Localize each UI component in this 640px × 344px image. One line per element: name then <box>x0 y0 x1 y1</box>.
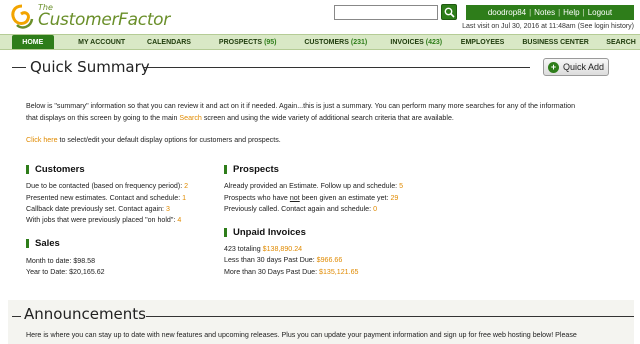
prospects-row-value[interactable]: 29 <box>390 194 398 202</box>
section-marker <box>224 228 227 237</box>
customers-heading: Customers <box>26 164 85 175</box>
customers-row: With jobs that were previously placed "o… <box>26 216 181 224</box>
logo-name: CustomerFactor <box>38 10 170 30</box>
prospects-row-value[interactable]: 5 <box>399 182 403 190</box>
nav-employees[interactable]: EMPLOYEES <box>456 35 509 49</box>
announcements-title: Announcements <box>24 305 146 323</box>
prospects-row: Previously called. Contact again and sch… <box>224 205 377 213</box>
section-marker <box>26 165 29 174</box>
customers-heading-label: Customers <box>35 164 85 175</box>
nav-my-account[interactable]: MY ACCOUNT <box>68 35 136 49</box>
intro-line-2: that displays on this screen by going to… <box>26 112 454 124</box>
intro-line-1: Below is "summary" information so that y… <box>26 102 576 110</box>
click-here-link[interactable]: Click here <box>26 136 58 144</box>
customers-row-label: Callback date previously set. Contact ag… <box>26 205 166 213</box>
prospects-row-value[interactable]: 0 <box>373 205 377 213</box>
customers-row-value[interactable]: 3 <box>166 205 170 213</box>
invoices-row: 423 totaling $138,890.24 <box>224 245 302 253</box>
intro-text: screen and using the wide variety of add… <box>201 114 454 122</box>
section-marker <box>26 239 29 248</box>
nav-prospects-label: PROSPECTS <box>218 38 263 46</box>
prospects-row-label: been given an estimate yet: <box>299 194 391 202</box>
search-icon <box>444 7 455 18</box>
invoices-row-value[interactable]: $138,890.24 <box>263 245 302 253</box>
nav-calendars[interactable]: CALENDARS <box>140 35 199 49</box>
last-visit-text[interactable]: Last visit on Jul 30, 2016 at 11:48am (S… <box>432 23 634 30</box>
prospects-row: Already provided an Estimate. Follow up … <box>224 182 403 190</box>
invoices-row-value[interactable]: $966.66 <box>317 256 343 264</box>
prospects-row: Prospects who have not been given an est… <box>224 194 398 202</box>
title-rule-right <box>144 67 530 68</box>
user-bar: doodrop84 | Notes | Help | Logout <box>466 5 634 20</box>
section-marker <box>224 165 227 174</box>
prospects-heading: Prospects <box>224 164 279 175</box>
announcements-text: Here is where you can stay up to date wi… <box>26 331 577 339</box>
display-options-text: to select/edit your default display opti… <box>57 136 281 144</box>
invoices-heading-label: Unpaid Invoices <box>233 227 306 238</box>
customers-row-value[interactable]: 2 <box>184 182 188 190</box>
search-link[interactable]: Search <box>179 114 201 122</box>
header: The CustomerFactor doodrop84 | Notes | H… <box>0 0 640 34</box>
logout-link[interactable]: Logout <box>585 8 615 17</box>
announcements-rule-left <box>12 316 21 317</box>
help-link[interactable]: Help <box>560 8 582 17</box>
title-rule-left <box>12 67 26 68</box>
prospects-row-label: Already provided an Estimate. Follow up … <box>224 182 400 190</box>
nav-home[interactable]: HOME <box>12 35 54 49</box>
main-nav: HOME MY ACCOUNT CALENDARS PROSPECTS (95)… <box>0 34 640 50</box>
invoices-row-label: 423 totaling <box>224 245 263 253</box>
prospects-row-label: Prospects who have <box>224 194 290 202</box>
customers-row-label: Due to be contacted (based on frequency … <box>26 182 185 190</box>
customers-row-value[interactable]: 1 <box>182 194 186 202</box>
nav-customers-count: (231) <box>350 38 368 46</box>
announcements-rule-right <box>146 316 634 317</box>
invoices-row: Less than 30 days Past Due: $966.66 <box>224 256 342 264</box>
invoices-row: More than 30 Days Past Due: $135,121.65 <box>224 268 358 276</box>
nav-search[interactable]: SEARCH <box>602 35 640 49</box>
sales-month-to-date: Month to date: $98.58 <box>26 257 96 265</box>
invoices-row-value[interactable]: $135,121.65 <box>319 268 358 276</box>
nav-customers-label: CUSTOMERS <box>304 38 349 46</box>
not-emphasis: not <box>289 194 300 202</box>
prospects-row-label: Previously called. Contact again and sch… <box>224 205 374 213</box>
nav-invoices-count: (423) <box>425 38 443 46</box>
sales-year-to-date: Year to Date: $20,165.62 <box>26 268 105 276</box>
invoices-heading: Unpaid Invoices <box>224 227 306 238</box>
customers-row-label: With jobs that were previously placed "o… <box>26 216 178 224</box>
sales-heading-label: Sales <box>35 238 60 249</box>
page-title: Quick Summary <box>30 58 150 76</box>
quick-add-button[interactable]: + Quick Add <box>543 58 609 76</box>
nav-invoices[interactable]: INVOICES (423) <box>378 35 454 49</box>
nav-customers[interactable]: CUSTOMERS (231) <box>295 35 376 49</box>
search-button[interactable] <box>441 4 457 20</box>
intro-text: that displays on this screen by going to… <box>26 114 180 122</box>
customers-row-label: Presented new estimates. Contact and sch… <box>26 194 183 202</box>
customers-row-value[interactable]: 4 <box>177 216 181 224</box>
customers-row: Due to be contacted (based on frequency … <box>26 182 188 190</box>
quick-add-label: Quick Add <box>563 62 605 72</box>
invoices-row-label: More than 30 Days Past Due: <box>224 268 320 276</box>
logo-swirl-icon <box>11 4 34 29</box>
plus-icon: + <box>548 61 559 73</box>
display-options-line: Click here to select/edit your default d… <box>26 134 281 146</box>
logo[interactable]: The CustomerFactor <box>8 3 198 31</box>
nav-business-center[interactable]: BUSINESS CENTER <box>513 35 598 49</box>
customers-row: Callback date previously set. Contact ag… <box>26 205 170 213</box>
nav-invoices-label: INVOICES <box>390 38 424 46</box>
prospects-heading-label: Prospects <box>233 164 279 175</box>
nav-prospects-count: (95) <box>264 38 277 46</box>
header-search-input[interactable] <box>334 5 438 20</box>
invoices-row-label: Less than 30 days Past Due: <box>224 256 317 264</box>
notes-link[interactable]: Notes <box>531 8 558 17</box>
customers-row: Presented new estimates. Contact and sch… <box>26 194 186 202</box>
sales-heading: Sales <box>26 238 60 249</box>
username-link[interactable]: doodrop84 <box>485 8 529 17</box>
nav-prospects[interactable]: PROSPECTS (95) <box>202 35 293 49</box>
